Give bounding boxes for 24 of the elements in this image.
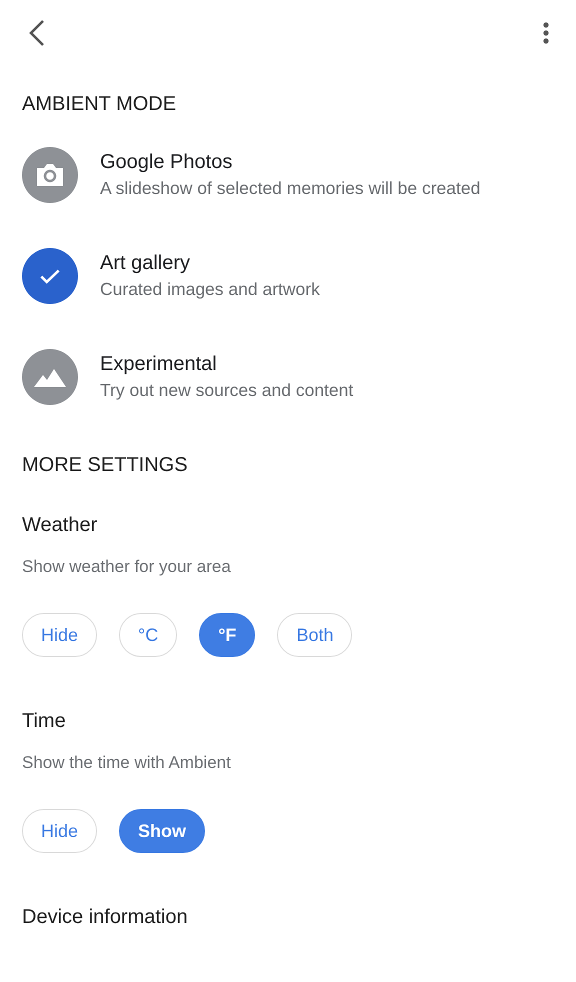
setting-label: Time <box>21 709 67 733</box>
source-subtitle: Try out new sources and content <box>100 380 354 400</box>
source-subtitle: A slideshow of selected memories will be created <box>100 178 480 198</box>
source-subtitle: Curated images and artwork <box>100 278 320 300</box>
more-options-icon[interactable] <box>542 21 550 45</box>
option-chip[interactable]: Both <box>277 613 352 657</box>
section-header: MORE SETTINGS <box>21 453 189 477</box>
source-title: Google Photos <box>100 150 234 174</box>
option-chip[interactable]: °C <box>119 613 178 657</box>
option-chip[interactable]: Show <box>119 809 206 853</box>
source-title: Art gallery <box>100 252 192 274</box>
source-option[interactable]: Experimental Try out new sources and content <box>0 326 576 427</box>
section-header: AMBIENT MODE <box>21 92 178 116</box>
setting-description: Show weather for your area <box>21 556 232 578</box>
setting-label: Device information <box>21 905 189 929</box>
back-icon[interactable] <box>28 19 46 47</box>
option-chip[interactable]: °F <box>199 613 256 657</box>
option-chip[interactable]: Hide <box>22 809 98 853</box>
setting-description: Show the time with Ambient <box>21 752 232 774</box>
option-chip[interactable]: Hide <box>22 613 98 657</box>
setting-label: Weather <box>21 513 98 537</box>
source-option[interactable]: Art gallery Curated images and artwork <box>0 225 576 326</box>
source-title: Experimental <box>100 352 218 376</box>
source-option[interactable]: Google Photos A slideshow of selected memories will be created <box>0 124 576 225</box>
